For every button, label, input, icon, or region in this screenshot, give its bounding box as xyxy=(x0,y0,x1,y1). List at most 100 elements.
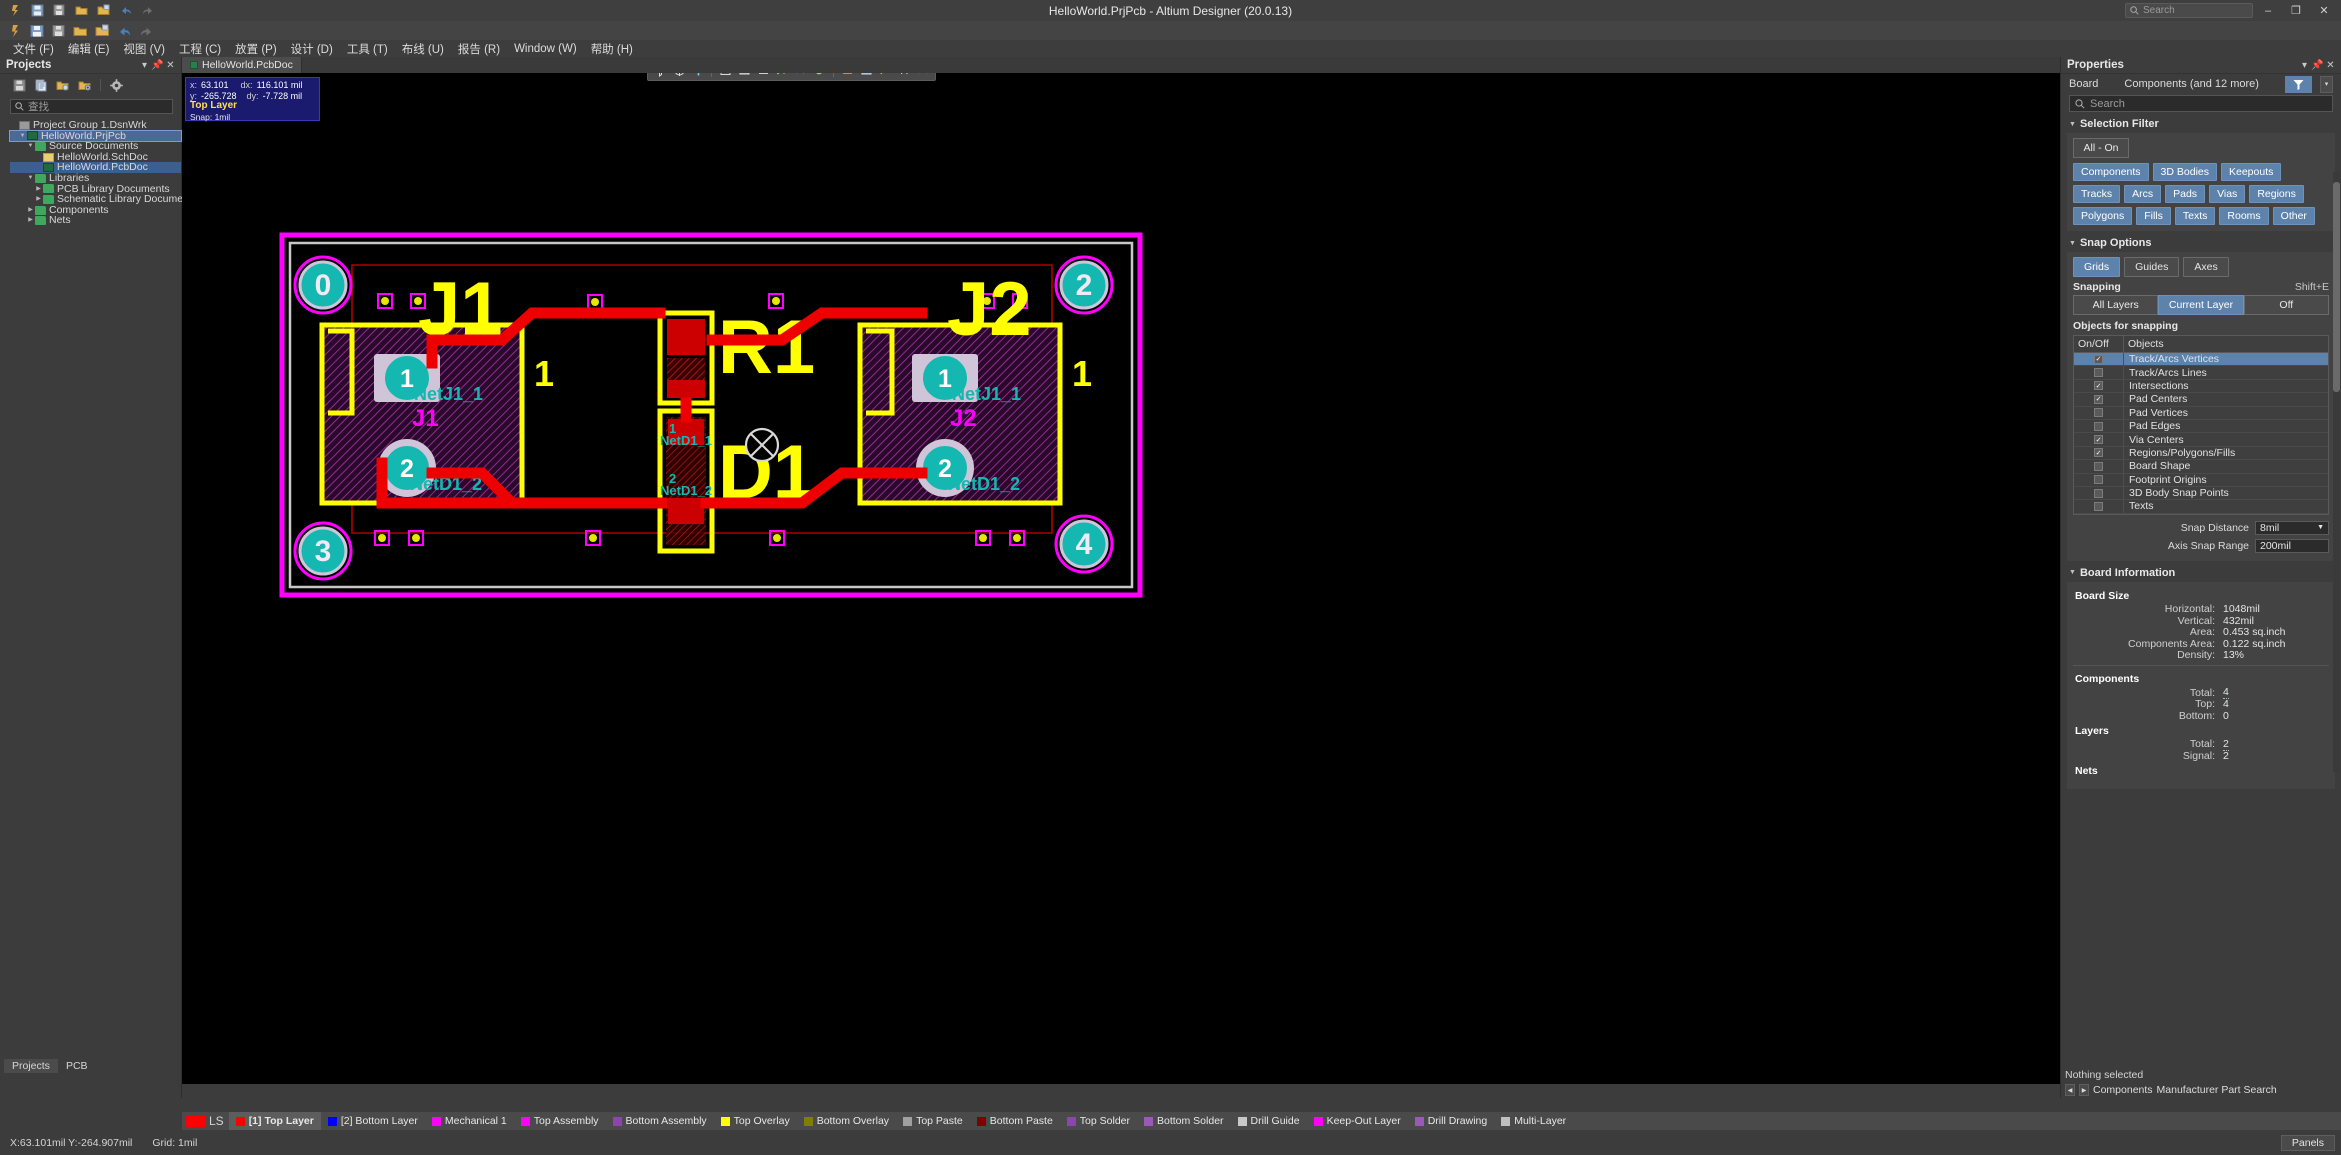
menu-item-tools[interactable]: 工具 (T) xyxy=(340,40,395,58)
global-search-input[interactable]: Search xyxy=(2125,3,2253,18)
tree-item-helloworld-pcbdoc[interactable]: HelloWorld.PcbDoc xyxy=(10,162,181,173)
snap-object-row[interactable]: Footprint Origins xyxy=(2074,473,2328,487)
panel-pin-icon[interactable]: 📌 xyxy=(151,59,164,72)
filter-chip-vias[interactable]: Vias xyxy=(2209,185,2246,203)
layer-tab-bottom-overlay[interactable]: Bottom Overlay xyxy=(797,1112,896,1130)
snap-object-row[interactable]: ✓ Intersections xyxy=(2074,379,2328,394)
properties-scrollbar-thumb[interactable] xyxy=(2333,182,2340,392)
snap-object-row[interactable]: Track/Arcs Lines xyxy=(2074,366,2328,380)
checkbox-unchecked-icon[interactable] xyxy=(2094,475,2103,485)
snap-object-checkbox-cell[interactable]: ✓ xyxy=(2074,393,2124,406)
selection-filter-dropdown[interactable]: ▾ xyxy=(2320,75,2333,93)
projects-compile-icon[interactable] xyxy=(34,78,48,92)
filter-chip-regions[interactable]: Regions xyxy=(2249,185,2304,203)
toolbar-open-project-icon[interactable] xyxy=(94,23,111,39)
snap-distance-select[interactable]: 8mil ▼ xyxy=(2255,520,2329,535)
close-button[interactable]: ✕ xyxy=(2311,0,2337,21)
chevron-right-icon[interactable]: ▶ xyxy=(34,194,43,205)
snap-object-row[interactable]: 3D Body Snap Points xyxy=(2074,486,2328,501)
snap-mode-grids[interactable]: Grids xyxy=(2073,257,2121,277)
snap-object-checkbox-cell[interactable]: ✓ xyxy=(2074,353,2124,366)
snap-object-checkbox-cell[interactable] xyxy=(2074,500,2124,513)
snap-object-row[interactable]: Texts xyxy=(2074,500,2328,514)
snap-object-row[interactable]: Pad Vertices xyxy=(2074,406,2328,420)
pcb-canvas[interactable]: x: 63.101 dx: 116.101 mil y: -265.728 dy… xyxy=(182,73,2060,1084)
checkbox-unchecked-icon[interactable] xyxy=(2094,421,2103,431)
filter-chip-pads[interactable]: Pads xyxy=(2165,185,2206,203)
panel-close-icon[interactable]: ✕ xyxy=(2324,59,2337,72)
filter-chip-tracks[interactable]: Tracks xyxy=(2073,185,2121,203)
snap-mode-axes[interactable]: Axes xyxy=(2183,257,2229,277)
layer-tab-top-solder[interactable]: Top Solder xyxy=(1060,1112,1137,1130)
selection-filter-button[interactable] xyxy=(2285,75,2312,93)
menu-item-reports[interactable]: 报告 (R) xyxy=(451,40,507,58)
toolbar-save-icon[interactable] xyxy=(28,23,45,39)
projects-save-icon[interactable] xyxy=(12,78,26,92)
panel-pin-icon[interactable]: 📌 xyxy=(2311,59,2324,72)
snap-options-section-header[interactable]: ▼ Snap Options xyxy=(2067,231,2335,252)
layer-tab-mechanical-1[interactable]: Mechanical 1 xyxy=(425,1112,514,1130)
toolbar-save-all-icon[interactable] xyxy=(50,23,67,39)
filter-chip-other[interactable]: Other xyxy=(2272,207,2315,225)
layer-tab-bottom-solder[interactable]: Bottom Solder xyxy=(1137,1112,1231,1130)
chevron-down-icon[interactable]: ▼ xyxy=(18,131,27,142)
panel-close-icon[interactable]: ✕ xyxy=(164,59,177,72)
snap-object-checkbox-cell[interactable]: ✓ xyxy=(2074,446,2124,460)
checkbox-unchecked-icon[interactable] xyxy=(2094,501,2103,511)
checkbox-checked-icon[interactable]: ✓ xyxy=(2094,354,2103,364)
axis-snap-input[interactable]: 200mil xyxy=(2255,538,2329,553)
checkbox-checked-icon[interactable]: ✓ xyxy=(2094,435,2103,445)
snap-object-row[interactable]: Board Shape xyxy=(2074,460,2328,474)
snap-object-checkbox-cell[interactable] xyxy=(2074,473,2124,486)
panels-button[interactable]: Panels xyxy=(2280,1134,2335,1151)
all-on-button[interactable]: All - On xyxy=(2073,138,2129,158)
selection-filter-section-header[interactable]: ▼ Selection Filter xyxy=(2067,112,2335,133)
snap-object-row[interactable]: ✓ Pad Centers xyxy=(2074,393,2328,407)
layer-tab-top-assembly[interactable]: Top Assembly xyxy=(514,1112,606,1130)
projects-settings-gear-icon[interactable] xyxy=(109,78,123,92)
menu-item-view[interactable]: 视图 (V) xyxy=(116,40,172,58)
chevron-right-icon[interactable]: ▶ xyxy=(34,184,43,195)
snapping-option-current-layer[interactable]: Current Layer xyxy=(2158,295,2244,315)
snap-object-checkbox-cell[interactable]: ✓ xyxy=(2074,379,2124,393)
snap-object-checkbox-cell[interactable] xyxy=(2074,419,2124,433)
projects-open-folder-icon[interactable] xyxy=(56,78,70,92)
snap-mode-guides[interactable]: Guides xyxy=(2124,257,2180,277)
snap-object-checkbox-cell[interactable]: ✓ xyxy=(2074,433,2124,446)
footer-prev-button[interactable]: ◀ xyxy=(2065,1084,2075,1096)
open-project-icon[interactable] xyxy=(96,3,111,18)
layer-tab-top-paste[interactable]: Top Paste xyxy=(896,1112,970,1130)
checkbox-checked-icon[interactable]: ✓ xyxy=(2094,394,2103,404)
menu-item-edit[interactable]: 编辑 (E) xyxy=(61,40,117,58)
snap-object-checkbox-cell[interactable] xyxy=(2074,460,2124,473)
projects-search-input[interactable]: 查找 xyxy=(10,99,173,114)
document-tab-helloworld-pcbdoc[interactable]: HelloWorld.PcbDoc xyxy=(182,57,302,73)
footer-next-button[interactable]: ▶ xyxy=(2079,1084,2089,1096)
checkbox-unchecked-icon[interactable] xyxy=(2094,488,2103,498)
filter-chip-keepouts[interactable]: Keepouts xyxy=(2221,163,2282,181)
left-tab-pcb[interactable]: PCB xyxy=(57,1059,96,1073)
save-icon[interactable] xyxy=(30,3,45,18)
footer-tab-manufacturer-part-search[interactable]: Manufacturer Part Search xyxy=(2157,1084,2277,1096)
minimize-button[interactable]: – xyxy=(2255,0,2281,21)
maximize-button[interactable]: ❐ xyxy=(2283,0,2309,21)
menu-item-design[interactable]: 设计 (D) xyxy=(284,40,340,58)
layer-tab-1-top-layer[interactable]: [1] Top Layer xyxy=(228,1112,321,1130)
snapping-option-off[interactable]: Off xyxy=(2243,295,2329,315)
open-folder-icon[interactable] xyxy=(74,3,89,18)
checkbox-unchecked-icon[interactable] xyxy=(2094,368,2103,378)
footer-tab-components[interactable]: Components xyxy=(2093,1084,2153,1096)
filter-chip-components[interactable]: Components xyxy=(2073,163,2149,181)
toolbar-undo-icon[interactable] xyxy=(116,23,133,39)
layer-tab-top-overlay[interactable]: Top Overlay xyxy=(714,1112,797,1130)
menu-item-window[interactable]: Window (W) xyxy=(507,42,584,56)
layer-tab-multi-layer[interactable]: Multi-Layer xyxy=(1494,1112,1573,1130)
toolbar-open-icon[interactable] xyxy=(72,23,89,39)
layer-tab-drill-drawing[interactable]: Drill Drawing xyxy=(1408,1112,1495,1130)
panel-dropdown-icon[interactable]: ▾ xyxy=(138,59,151,72)
layer-sets-button[interactable]: LS xyxy=(186,1114,229,1128)
snap-object-row[interactable]: ✓ Regions/Polygons/Fills xyxy=(2074,446,2328,461)
board-information-section-header[interactable]: ▼ Board Information xyxy=(2067,561,2335,582)
filter-chip-arcs[interactable]: Arcs xyxy=(2124,185,2162,203)
chevron-down-icon[interactable]: ▼ xyxy=(26,173,35,184)
